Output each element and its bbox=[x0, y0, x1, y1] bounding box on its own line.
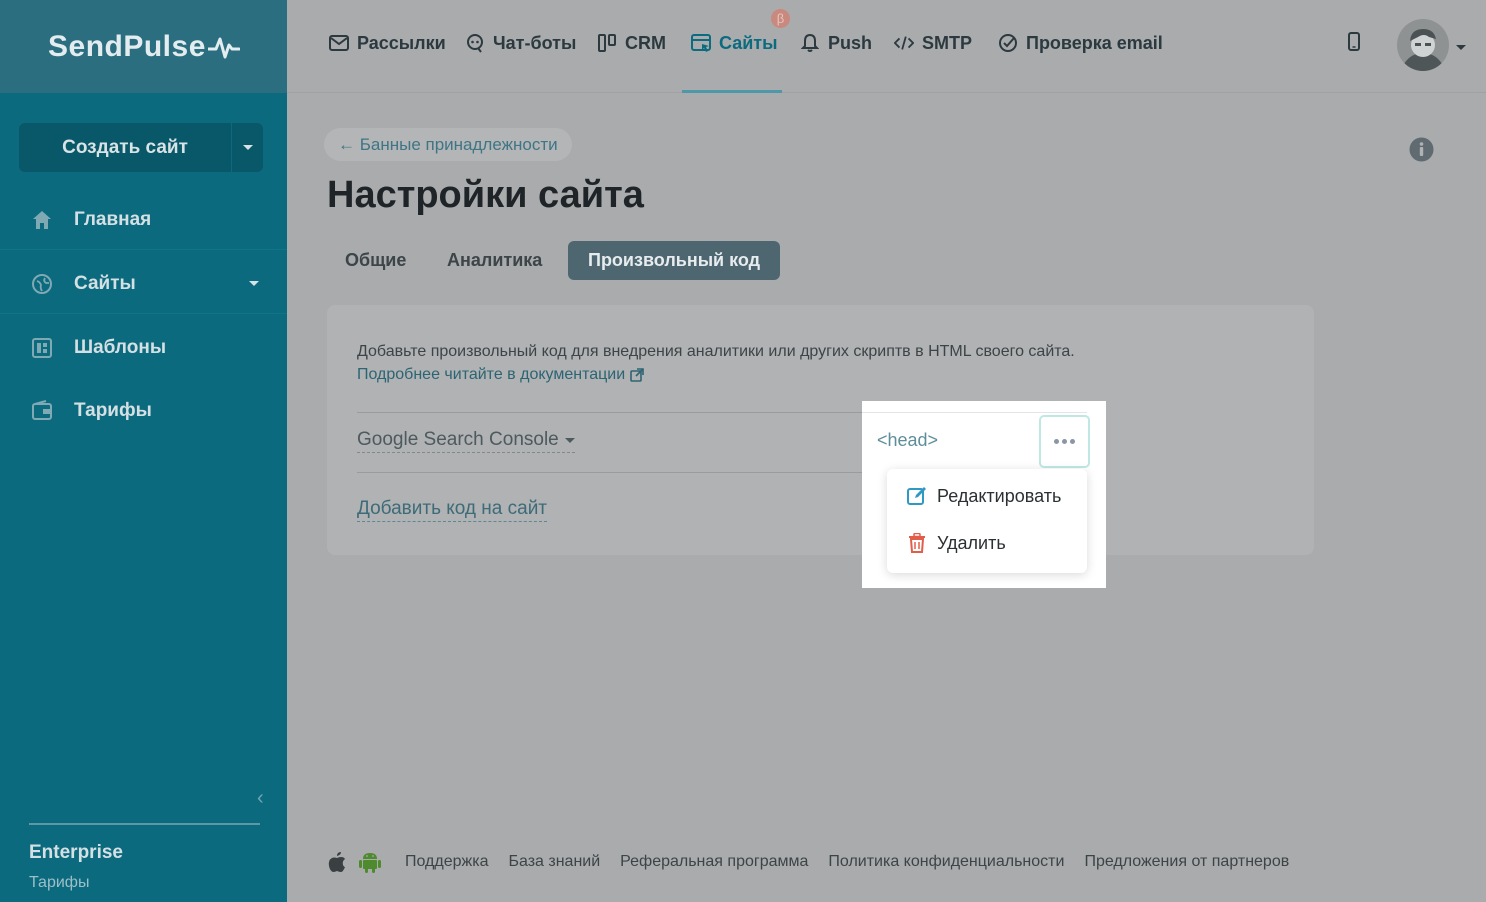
chevron-down-icon bbox=[242, 145, 253, 150]
pulse-icon bbox=[207, 37, 240, 58]
collapse-sidebar-icon[interactable]: ‹ bbox=[257, 787, 264, 810]
nav-push[interactable]: Push bbox=[800, 31, 872, 55]
chevron-down-icon bbox=[564, 437, 575, 443]
more-dot bbox=[1070, 439, 1075, 444]
doc-link-label: Подробнее читайте в документации bbox=[357, 366, 626, 383]
more-dot bbox=[1062, 439, 1067, 444]
check-circle-icon bbox=[998, 33, 1018, 53]
plan-name: Enterprise bbox=[29, 842, 123, 863]
bell-icon bbox=[800, 33, 820, 53]
sidebar-divider bbox=[29, 823, 260, 825]
plan-pricing-link[interactable]: Тарифы bbox=[29, 874, 89, 892]
external-link-icon bbox=[630, 368, 644, 382]
create-dropdown-toggle[interactable] bbox=[232, 145, 263, 150]
logo[interactable]: SendPulse bbox=[48, 30, 240, 64]
template-icon bbox=[30, 336, 54, 360]
sidebar-item-label: Тарифы bbox=[74, 400, 152, 421]
code-icon bbox=[894, 33, 914, 53]
sidebar-item-pricing[interactable]: Тарифы bbox=[0, 381, 287, 441]
sidebar-item-label: Сайты bbox=[74, 272, 136, 294]
code-entry-label: Google Search Console bbox=[357, 429, 559, 450]
tab-analytics[interactable]: Аналитика bbox=[447, 241, 542, 280]
chatbot-icon bbox=[465, 33, 485, 53]
documentation-link[interactable]: Подробнее читайте в документации bbox=[357, 366, 644, 384]
footer-link-support[interactable]: Поддержка bbox=[405, 853, 488, 871]
wallet-icon bbox=[30, 399, 54, 423]
create-site-label: Создать сайт bbox=[62, 136, 188, 158]
footer-link-referral[interactable]: Реферальная программа bbox=[620, 853, 808, 871]
logo-text: SendPulse bbox=[48, 29, 206, 63]
sidebar-item-sites[interactable]: Сайты bbox=[0, 254, 287, 314]
back-link[interactable]: ← Банные принадлежности bbox=[324, 128, 572, 161]
nav-label: Чат-боты bbox=[493, 32, 577, 53]
menu-item-edit[interactable]: Редактировать bbox=[907, 483, 1061, 509]
nav-label: CRM bbox=[625, 32, 666, 53]
nav-sites[interactable]: Сайты bbox=[691, 31, 777, 55]
mobile-app-icon[interactable] bbox=[1347, 32, 1361, 57]
nav-label: Проверка email bbox=[1026, 32, 1163, 53]
custom-code-description: Добавьте произвольный код для внедрения … bbox=[357, 343, 1075, 360]
row-divider bbox=[862, 412, 1087, 413]
nav-crm[interactable]: CRM bbox=[597, 31, 666, 55]
tab-custom-code[interactable]: Произвольный код bbox=[568, 241, 781, 280]
nav-chatbots[interactable]: Чат-боты bbox=[465, 31, 576, 55]
android-icon[interactable] bbox=[359, 850, 381, 874]
site-icon bbox=[691, 33, 711, 53]
nav-label: Сайты bbox=[719, 32, 778, 53]
footer-link-privacy[interactable]: Политика конфиденциальности bbox=[828, 853, 1064, 871]
beta-badge: β bbox=[771, 9, 790, 28]
info-icon[interactable] bbox=[1409, 137, 1434, 167]
more-options-button[interactable] bbox=[1039, 415, 1090, 468]
sidebar: SendPulse Создать сайт Главная Сайты Шаб… bbox=[0, 0, 287, 902]
code-location: <head> bbox=[877, 430, 939, 450]
menu-item-delete[interactable]: Удалить bbox=[907, 530, 1006, 556]
menu-item-label: Редактировать bbox=[937, 485, 1062, 506]
top-navigation: Рассылки Чат-боты CRM Сайты β Push SMTP … bbox=[287, 0, 1486, 93]
mail-icon bbox=[329, 33, 349, 53]
nav-email-verification[interactable]: Проверка email bbox=[998, 31, 1163, 55]
more-dot bbox=[1054, 439, 1059, 444]
nav-label: SMTP bbox=[922, 32, 973, 53]
footer: Поддержка База знаний Реферальная програ… bbox=[327, 848, 1309, 876]
chevron-down-icon[interactable] bbox=[249, 281, 259, 286]
home-icon bbox=[30, 208, 54, 232]
chevron-down-icon[interactable] bbox=[1456, 45, 1466, 50]
logo-area[interactable]: SendPulse bbox=[0, 0, 287, 93]
nav-label: Push bbox=[828, 32, 873, 53]
footer-link-partners[interactable]: Предложения от партнеров bbox=[1084, 853, 1289, 871]
trash-icon bbox=[907, 533, 927, 553]
add-code-link[interactable]: Добавить код на сайт bbox=[357, 498, 548, 522]
active-tab-indicator bbox=[682, 90, 782, 93]
sidebar-item-label: Шаблоны bbox=[74, 337, 167, 358]
sidebar-item-label: Главная bbox=[74, 208, 152, 230]
crm-icon bbox=[597, 33, 617, 53]
tab-general[interactable]: Общие bbox=[345, 241, 406, 280]
edit-icon bbox=[907, 486, 927, 506]
context-menu: Редактировать Удалить bbox=[887, 469, 1087, 573]
nav-smtp[interactable]: SMTP bbox=[894, 31, 972, 55]
sidebar-item-templates[interactable]: Шаблоны bbox=[0, 318, 287, 378]
globe-icon bbox=[30, 272, 54, 296]
code-entry-name[interactable]: Google Search Console bbox=[357, 429, 575, 453]
nav-label: Рассылки bbox=[357, 32, 446, 53]
create-site-button[interactable]: Создать сайт bbox=[19, 123, 263, 172]
menu-item-label: Удалить bbox=[937, 532, 1006, 553]
footer-link-knowledge-base[interactable]: База знаний bbox=[508, 853, 600, 871]
user-avatar[interactable] bbox=[1397, 19, 1449, 71]
sidebar-item-home[interactable]: Главная bbox=[0, 190, 287, 250]
apple-icon[interactable] bbox=[327, 851, 347, 873]
page-title: Настройки сайта bbox=[327, 174, 644, 216]
avatar-icon bbox=[1401, 29, 1445, 71]
nav-campaigns[interactable]: Рассылки bbox=[329, 31, 446, 55]
